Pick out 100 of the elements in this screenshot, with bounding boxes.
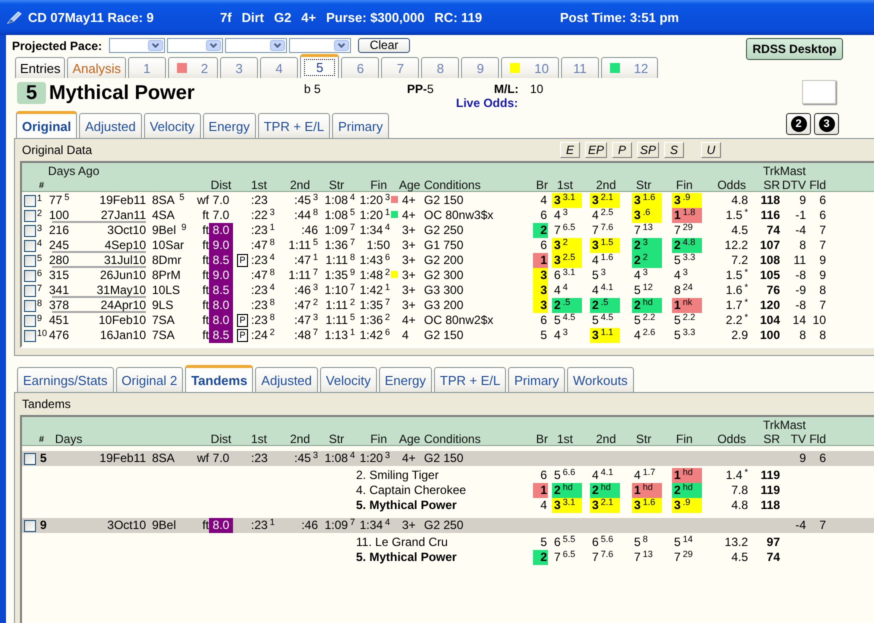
- row-checkbox[interactable]: [24, 194, 36, 206]
- row-checkbox[interactable]: [24, 254, 36, 266]
- final-time: 1:42$^{6}$: [360, 328, 390, 343]
- horse-tab[interactable]: Entries: [15, 57, 66, 78]
- view-tab[interactable]: Velocity: [320, 367, 377, 392]
- row-checkbox[interactable]: [24, 224, 36, 236]
- row-number: 2: [36, 208, 42, 219]
- second-call-time: :46: [301, 518, 318, 533]
- style-filter-button[interactable]: P: [612, 142, 632, 158]
- horse-entry-name: 4. Captain Cherokee: [355, 483, 466, 498]
- row-checkbox[interactable]: [24, 270, 36, 282]
- view-tab[interactable]: Primary: [508, 367, 566, 392]
- color-sex-age: b 5: [304, 81, 321, 96]
- horse-tab[interactable]: Analysis: [67, 57, 126, 78]
- row-checkbox[interactable]: [24, 210, 36, 222]
- horse-tab[interactable]: 1: [128, 57, 166, 78]
- column-header: 2nd: [595, 432, 616, 446]
- first-call-time: :23$^{4}$: [250, 283, 275, 298]
- race-title: CD 07May11 Race: 9: [28, 10, 154, 25]
- surface: ft: [202, 518, 209, 533]
- view-tab[interactable]: Energy: [202, 113, 256, 138]
- view-tab[interactable]: Workouts: [567, 367, 634, 392]
- position-call: 1$^{hd}$: [672, 468, 702, 483]
- horse-tab[interactable]: 8: [421, 57, 460, 78]
- pace-dropdown[interactable]: [225, 38, 288, 53]
- column-header: Conditions: [423, 432, 481, 446]
- row-checkbox[interactable]: [24, 330, 36, 342]
- view-tab[interactable]: TPR + E/L: [258, 113, 330, 138]
- column-header: SR: [763, 178, 781, 192]
- final-time: 1:35$^{7}$: [360, 298, 390, 313]
- horse-tab[interactable]: 12: [600, 57, 658, 78]
- column-header: Fld: [809, 432, 827, 446]
- pace-dropdown[interactable]: [167, 38, 224, 53]
- row-checkbox[interactable]: [24, 300, 36, 312]
- desktop-button[interactable]: RDSS Desktop: [746, 38, 843, 60]
- view-tab[interactable]: Original: [16, 111, 78, 138]
- style-filter-button[interactable]: S: [664, 142, 684, 158]
- speed-rating: 120: [760, 298, 781, 313]
- view-tab[interactable]: Tandems: [185, 365, 254, 392]
- second-call-time: :47$^{3}$: [294, 313, 318, 328]
- column-header: 2nd: [290, 432, 310, 446]
- column-header: Str: [635, 432, 652, 446]
- stretch-time: 1:11$^{5}$: [326, 313, 355, 328]
- track: 8PrM: [151, 268, 181, 283]
- view-tab[interactable]: Primary: [332, 113, 389, 138]
- horse-tab[interactable]: 7: [381, 57, 420, 78]
- row-checkbox[interactable]: [24, 452, 36, 464]
- position-call: 2$^{2}$: [632, 253, 662, 268]
- column-group-header: Days Ago: [47, 164, 100, 178]
- speed-rating: 104: [760, 313, 781, 328]
- race-date: 19Feb11: [100, 451, 146, 466]
- race-date: 3Oct10: [107, 518, 146, 533]
- pace-dropdown[interactable]: [289, 38, 352, 53]
- post-position: 3: [533, 268, 548, 283]
- surface: ft: [202, 268, 209, 283]
- row-checkbox[interactable]: [24, 520, 36, 532]
- row-number: 6: [36, 268, 42, 279]
- horse-tab[interactable]: 6: [341, 57, 380, 78]
- column-header: Br: [536, 432, 548, 446]
- stretch-time: 1:08$^{4}$: [324, 193, 355, 208]
- view-tab[interactable]: Original 2: [116, 367, 184, 392]
- style-filter-button[interactable]: E: [560, 142, 580, 158]
- position-call: 3$^{2.1}$: [590, 498, 620, 513]
- pace-dropdown[interactable]: [109, 38, 166, 53]
- horse-tab[interactable]: 5: [300, 54, 340, 78]
- view-tab[interactable]: Earnings/Stats: [17, 367, 114, 392]
- numbered-button[interactable]: 3: [814, 113, 839, 135]
- position-call: 2$^{hd}$: [590, 483, 620, 498]
- column-header: Fin: [370, 432, 388, 446]
- surface: ft: [202, 253, 209, 268]
- post-position: 3: [533, 283, 548, 298]
- race-condition: 7f: [220, 10, 232, 25]
- post-position: 6: [539, 313, 548, 328]
- row-checkbox[interactable]: [24, 240, 36, 252]
- view-tab[interactable]: Energy: [378, 367, 432, 392]
- numbered-button[interactable]: 2: [786, 113, 811, 135]
- position-call: 4$^{2.5}$: [591, 208, 614, 223]
- view-tab[interactable]: Velocity: [144, 113, 201, 138]
- horse-tab[interactable]: 3: [220, 57, 258, 78]
- horse-tab[interactable]: 2: [168, 57, 218, 78]
- horse-tab[interactable]: 4: [260, 57, 298, 78]
- view-tab[interactable]: Adjusted: [255, 367, 318, 392]
- view-tab[interactable]: TPR + E/L: [434, 367, 506, 392]
- style-filter-button[interactable]: EP: [584, 142, 607, 158]
- age-restriction: 3+: [401, 238, 416, 253]
- row-checkbox[interactable]: [24, 314, 36, 326]
- position-call: 5$^{3.3}$: [673, 328, 696, 343]
- view-tab[interactable]: Adjusted: [79, 113, 142, 138]
- live-odds-label: Live Odds:: [456, 96, 518, 110]
- style-filter-button[interactable]: U: [701, 142, 721, 158]
- clear-button[interactable]: Clear: [358, 38, 410, 53]
- row-checkbox[interactable]: [24, 284, 36, 296]
- odds: 13.2: [724, 535, 748, 550]
- horse-tab[interactable]: 9: [461, 57, 500, 78]
- horse-tab[interactable]: 10: [501, 57, 559, 78]
- post-position: 4: [539, 498, 548, 513]
- surface: ft: [202, 298, 209, 313]
- position-call: 6$^{3.1}$: [553, 268, 576, 283]
- style-filter-button[interactable]: SP: [636, 142, 659, 158]
- race-condition: Purse: $300,000: [326, 10, 424, 25]
